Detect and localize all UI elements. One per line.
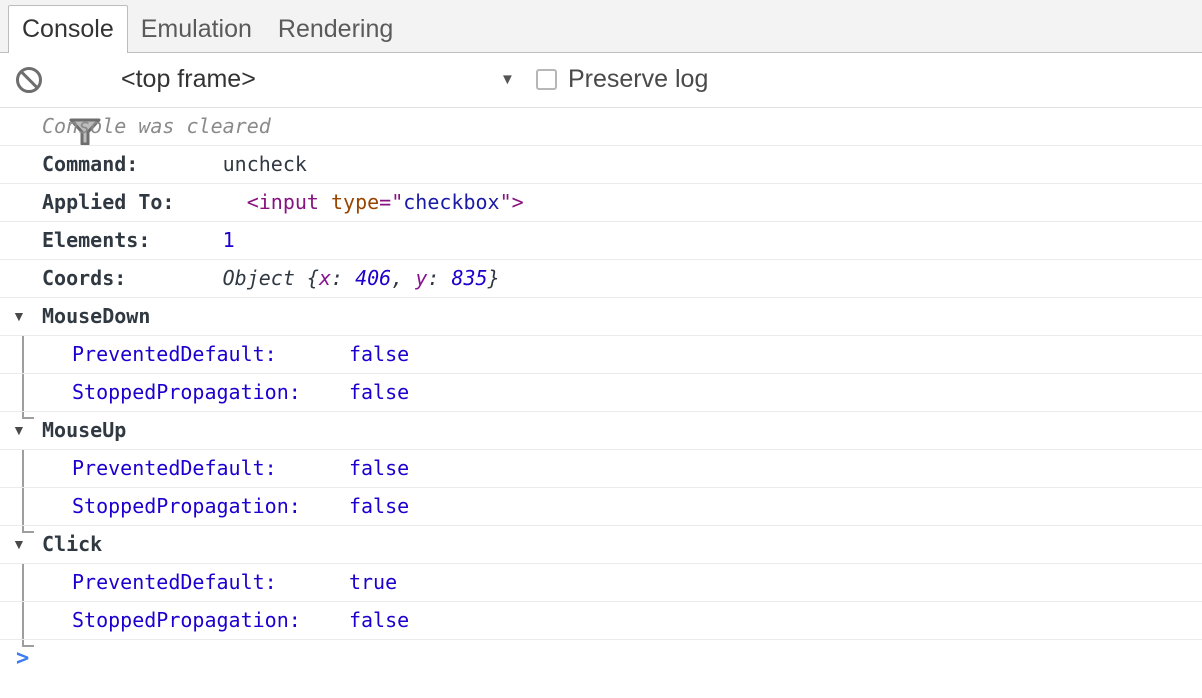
text-segment: , bbox=[391, 266, 415, 290]
console-group-mousedown-header[interactable]: ▼ MouseDown bbox=[0, 298, 1202, 336]
console-group-mousedown: ▼ MouseDown PreventedDefault: false Stopped… bbox=[0, 298, 1202, 412]
console-row-coords: Coords: Object {x: 406, y: 835} bbox=[0, 260, 1202, 298]
console-group-click: ▼ Click PreventedDefault: true StoppedPropa… bbox=[0, 526, 1202, 640]
console-group-mouseup-child-0: PreventedDefault: false bbox=[0, 450, 1202, 488]
text-segment: : bbox=[331, 266, 355, 290]
text-segment: MouseUp bbox=[42, 418, 126, 442]
text-segment: =" bbox=[379, 190, 403, 214]
text-segment: Elements: bbox=[42, 228, 150, 252]
panel-tab-bar: ConsoleEmulationRendering bbox=[0, 0, 1202, 53]
console-group-mousedown-child-0: PreventedDefault: false bbox=[0, 336, 1202, 374]
console-group-click-child-0: PreventedDefault: true bbox=[0, 564, 1202, 602]
tab-rendering[interactable]: Rendering bbox=[265, 6, 406, 52]
console-group-mousedown-child-1: StoppedPropagation: false bbox=[0, 374, 1202, 412]
text-segment: <input bbox=[247, 190, 331, 214]
text-segment: StoppedPropagation: false bbox=[72, 608, 409, 632]
console-prompt-chevron-icon: > bbox=[16, 646, 29, 671]
console-group-mouseup: ▼ MouseUp PreventedDefault: false StoppedPr… bbox=[0, 412, 1202, 526]
console-info-cleared: Console was cleared bbox=[0, 108, 1202, 146]
text-segment: x bbox=[319, 266, 331, 290]
console-group-mouseup-child-1: StoppedPropagation: false bbox=[0, 488, 1202, 526]
text-segment: uncheck bbox=[138, 152, 307, 176]
text-segment: MouseDown bbox=[42, 304, 150, 328]
console-toolbar: <top frame> ▼ Preserve log bbox=[0, 53, 1202, 108]
text-segment: 1 bbox=[223, 228, 235, 252]
text-segment: PreventedDefault: true bbox=[72, 570, 397, 594]
console-row-applied-to: Applied To: <input type="checkbox"> bbox=[0, 184, 1202, 222]
text-segment: Click bbox=[42, 532, 102, 556]
text-segment bbox=[150, 228, 222, 252]
text-segment: type bbox=[331, 190, 379, 214]
disclosure-triangle-icon[interactable]: ▼ bbox=[12, 298, 26, 335]
text-segment: Applied To: bbox=[42, 190, 174, 214]
frame-selector-dropdown-arrow-icon[interactable]: ▼ bbox=[500, 53, 515, 107]
text-segment: Coords: bbox=[42, 266, 126, 290]
tab-console[interactable]: Console bbox=[8, 5, 128, 53]
text-segment: Object { bbox=[223, 266, 319, 290]
console-prompt[interactable]: > bbox=[0, 640, 1202, 677]
text-segment: PreventedDefault: false bbox=[72, 342, 409, 366]
text-segment bbox=[126, 266, 222, 290]
text-segment: Console was cleared bbox=[42, 114, 271, 138]
text-segment: checkbox bbox=[403, 190, 499, 214]
console-messages: Console was clearedCommand: uncheckAppli… bbox=[0, 108, 1202, 677]
console-row-command: Command: uncheck bbox=[0, 146, 1202, 184]
console-row-elements: Elements: 1 bbox=[0, 222, 1202, 260]
console-group-click-child-1: StoppedPropagation: false bbox=[0, 602, 1202, 640]
text-segment: 406 bbox=[355, 266, 391, 290]
preserve-log-checkbox[interactable] bbox=[536, 69, 557, 90]
text-segment: StoppedPropagation: false bbox=[72, 380, 409, 404]
text-segment: y bbox=[415, 266, 427, 290]
frame-selector-value: <top frame> bbox=[121, 65, 256, 93]
tab-emulation[interactable]: Emulation bbox=[128, 6, 265, 52]
clear-console-icon[interactable] bbox=[16, 67, 42, 93]
text-segment: 835 bbox=[451, 266, 487, 290]
text-segment: "> bbox=[500, 190, 524, 214]
text-segment: : bbox=[427, 266, 451, 290]
text-segment: PreventedDefault: false bbox=[72, 456, 409, 480]
frame-context-selector[interactable]: <top frame> bbox=[121, 53, 256, 107]
console-group-click-header[interactable]: ▼ Click bbox=[0, 526, 1202, 564]
text-segment bbox=[174, 190, 246, 214]
disclosure-triangle-icon[interactable]: ▼ bbox=[12, 526, 26, 563]
text-segment: StoppedPropagation: false bbox=[72, 494, 409, 518]
text-segment: } bbox=[488, 266, 500, 290]
disclosure-triangle-icon[interactable]: ▼ bbox=[12, 412, 26, 449]
preserve-log-label[interactable]: Preserve log bbox=[568, 53, 708, 107]
text-segment: Command: bbox=[42, 152, 138, 176]
console-group-mouseup-header[interactable]: ▼ MouseUp bbox=[0, 412, 1202, 450]
